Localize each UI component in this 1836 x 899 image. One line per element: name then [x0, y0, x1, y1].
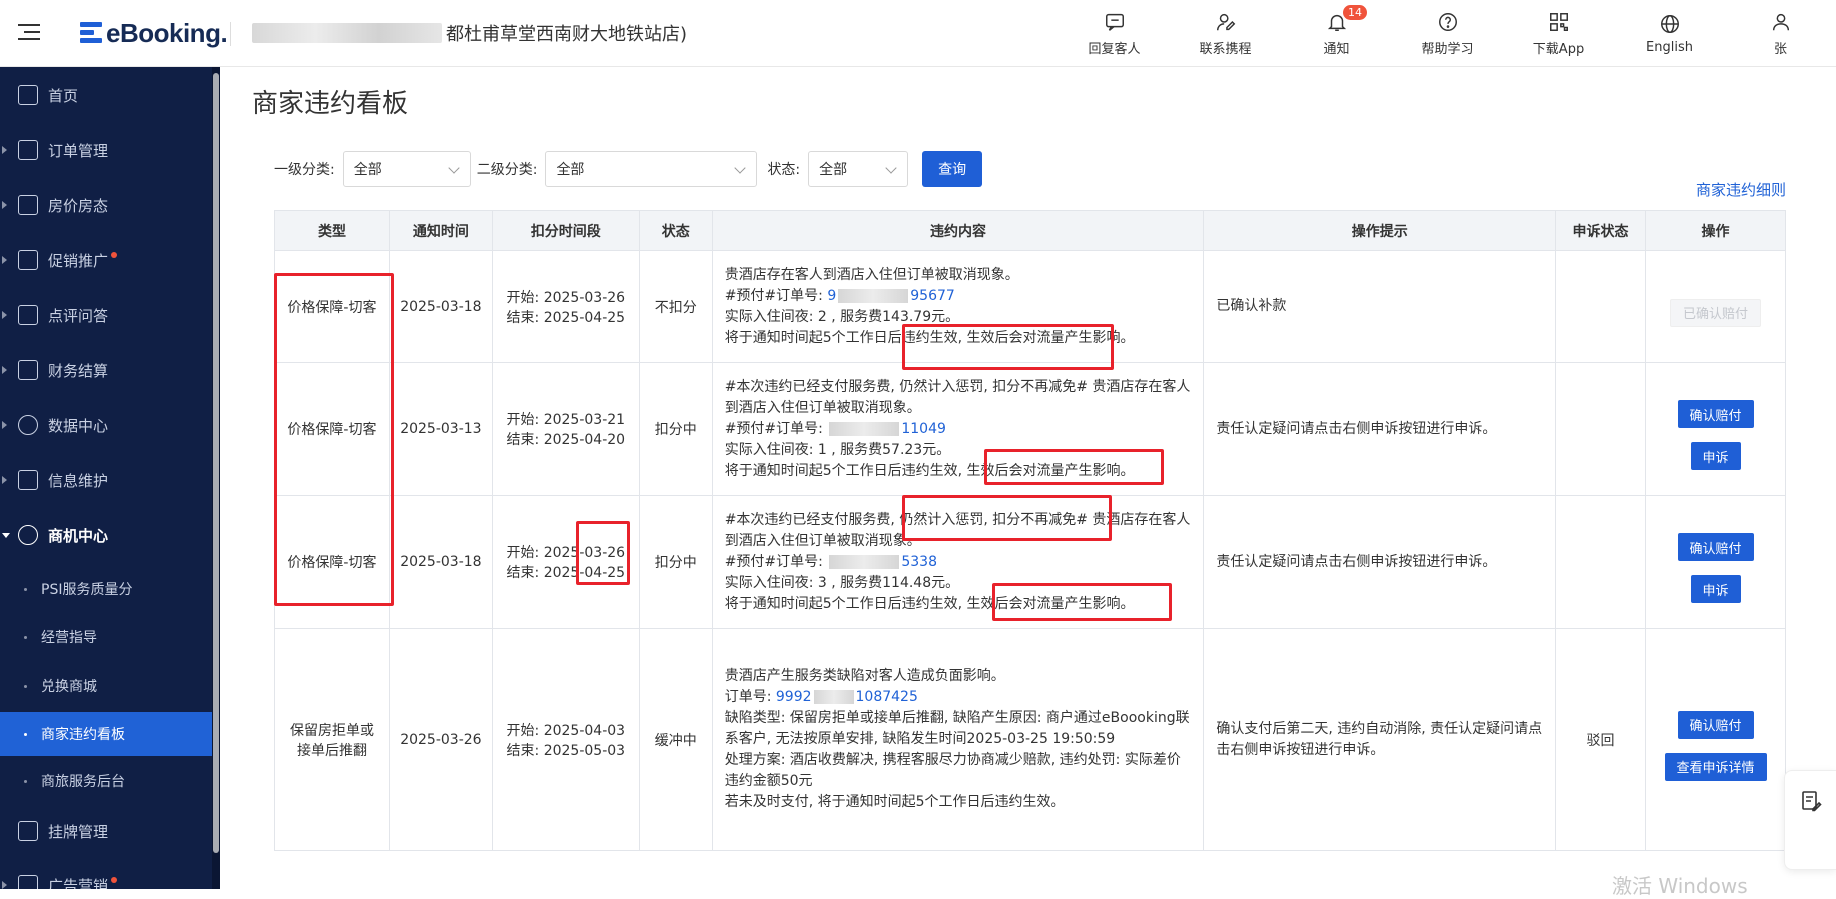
chevron-right-icon [2, 476, 7, 484]
windows-activation-watermark: 激活 Windows [1612, 874, 1748, 898]
order-number-link[interactable]: 5338 [827, 554, 937, 570]
sidebar-sub-guidance[interactable]: 经营指导 [0, 617, 212, 657]
notification-badge: 14 [1343, 5, 1367, 20]
sidebar-item-orders[interactable]: 订单管理 [0, 128, 212, 172]
chevron-right-icon [2, 421, 7, 429]
finance-icon [18, 360, 38, 380]
confirm-payment-button[interactable]: 确认赔付 [1677, 710, 1754, 739]
hotel-name: 都杜甫草堂西南财大地铁站店) [252, 20, 687, 46]
feedback-panel[interactable] [1784, 770, 1836, 870]
sidebar-item-home[interactable]: 首页 [0, 73, 212, 117]
sidebar-item-ads[interactable]: 广告营销 [0, 863, 212, 889]
chevron-right-icon [2, 881, 7, 889]
promotion-icon [18, 250, 38, 270]
main-content: 商家违约看板 一级分类: 全部 二级分类: 全部 状态: 全部 查询 商家违约细… [220, 67, 1836, 889]
house-icon [18, 195, 38, 215]
sidebar-item-data[interactable]: 数据中心 [0, 403, 212, 447]
chevron-right-icon [2, 311, 7, 319]
top-bar: eBooking. 都杜甫草堂西南财大地铁站店) 回复客人 联系携程 14 通知… [0, 0, 1836, 67]
sidebar-item-reviews[interactable]: 点评问答 [0, 293, 212, 337]
sidebar-sub-violation-board[interactable]: 商家违约看板 [0, 712, 216, 756]
chart-icon [18, 415, 38, 435]
sidebar-sub-mall[interactable]: 兑换商城 [0, 666, 212, 706]
chevron-right-icon [2, 201, 7, 209]
level1-select[interactable]: 全部 [342, 151, 471, 187]
new-dot [111, 877, 118, 883]
globe-icon [1660, 14, 1679, 33]
ebooking-logo-icon [80, 22, 102, 44]
appeal-button[interactable]: 申诉 [1690, 442, 1741, 470]
sidebar-item-info[interactable]: 信息维护 [0, 458, 212, 502]
contact-ctrip-button[interactable]: 联系携程 [1170, 0, 1281, 67]
redacted-text [252, 23, 442, 43]
business-icon [18, 525, 38, 545]
confirm-payment-button[interactable]: 确认赔付 [1677, 400, 1754, 428]
sidebar-sub-business-travel[interactable]: 商旅服务后台 [0, 761, 212, 801]
logo[interactable]: eBooking. [80, 16, 228, 50]
page-title: 商家违约看板 [252, 89, 409, 119]
table-row: 价格保障-切客 2025-03-13 开始: 2025-03-21 结束: 202… [274, 362, 1786, 496]
user-menu-button[interactable]: 张 [1725, 0, 1836, 67]
view-appeal-detail-button[interactable]: 查看申诉详情 [1664, 752, 1767, 781]
qrcode-icon [1549, 12, 1568, 31]
table-row: 价格保障-切客 2025-03-18 开始: 2025-03-26 结束: 202… [274, 495, 1786, 629]
confirm-payment-button[interactable]: 确认赔付 [1677, 533, 1754, 561]
confirmed-payment-button: 已确认赔付 [1670, 298, 1762, 327]
new-dot [111, 252, 118, 258]
redacted-text [838, 288, 909, 303]
order-number-link[interactable]: 9 95677 [827, 288, 954, 304]
filter-bar: 一级分类: 全部 二级分类: 全部 状态: 全部 查询 [274, 151, 983, 187]
sidebar-item-listing[interactable]: 挂牌管理 [0, 809, 212, 853]
logo-text: eBooking. [106, 17, 228, 48]
user-icon [1772, 13, 1789, 30]
home-icon [18, 85, 38, 105]
chevron-right-icon [2, 256, 7, 264]
notification-button[interactable]: 14 通知 [1281, 0, 1392, 67]
contact-icon [1216, 13, 1235, 30]
redacted-text [813, 690, 854, 704]
help-button[interactable]: 帮助学习 [1392, 0, 1503, 67]
chat-icon [1105, 13, 1124, 31]
query-button[interactable]: 查询 [922, 151, 983, 187]
edit-note-icon [1802, 791, 1822, 812]
sidebar-item-business-center[interactable]: 商机中心 [0, 513, 212, 557]
reply-guest-button[interactable]: 回复客人 [1059, 0, 1170, 67]
sidebar-sub-psi[interactable]: PSI服务质量分 [0, 569, 212, 609]
violation-table: 类型 通知时间 扣分时间段 状态 违约内容 操作提示 申诉状态 操作 价格保障-… [274, 210, 1786, 851]
order-number-link[interactable]: 9992 1087425 [776, 689, 918, 705]
chevron-right-icon [2, 146, 7, 154]
menu-toggle-icon[interactable] [18, 24, 40, 42]
divider [230, 22, 231, 46]
level2-select[interactable]: 全部 [545, 151, 758, 187]
status-select[interactable]: 全部 [808, 151, 909, 187]
language-button[interactable]: English [1614, 0, 1725, 67]
sidebar: 首页 订单管理 房价房态 促销推广 点评问答 财务结算 数据中心 信息维护 商机… [0, 67, 220, 889]
hotel-name-text: 都杜甫草堂西南财大地铁站店) [446, 24, 688, 45]
chevron-right-icon [2, 366, 7, 374]
redacted-text [829, 421, 900, 436]
order-number-link[interactable]: 11049 [827, 421, 946, 437]
chevron-down-icon [2, 532, 10, 538]
listing-icon [18, 821, 38, 841]
table-header: 类型 通知时间 扣分时间段 状态 违约内容 操作提示 申诉状态 操作 [274, 210, 1786, 251]
help-icon [1438, 12, 1457, 31]
top-actions: 回复客人 联系携程 14 通知 帮助学习 下载App English 张 [1059, 0, 1836, 67]
sidebar-scrollbar[interactable] [212, 67, 220, 889]
sidebar-item-promotion[interactable]: 促销推广 [0, 238, 212, 282]
review-icon [18, 305, 38, 325]
violation-rules-link[interactable]: 商家违约细则 [1696, 179, 1786, 200]
sidebar-item-finance[interactable]: 财务结算 [0, 348, 212, 392]
appeal-button[interactable]: 申诉 [1690, 575, 1741, 603]
info-icon [18, 470, 38, 490]
order-icon [18, 140, 38, 160]
table-row: 价格保障-切客 2025-03-18 开始: 2025-03-26 结束: 202… [274, 250, 1786, 363]
redacted-text [829, 554, 900, 569]
table-row: 保留房拒单或接单后推翻 2025-03-26 开始: 2025-04-03 结束:… [274, 628, 1786, 851]
ads-icon [18, 875, 38, 889]
download-app-button[interactable]: 下载App [1503, 0, 1614, 67]
sidebar-item-rates[interactable]: 房价房态 [0, 183, 212, 227]
